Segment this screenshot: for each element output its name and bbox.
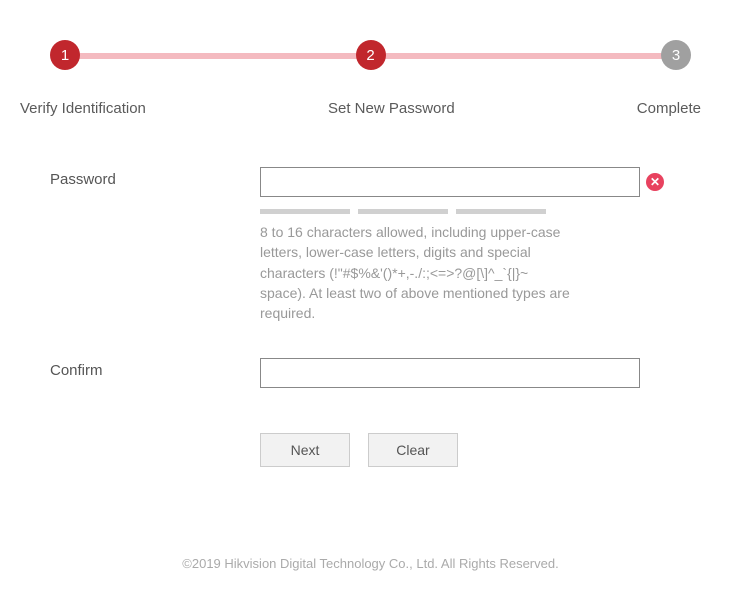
footer-copyright: ©2019 Hikvision Digital Technology Co., …	[0, 556, 741, 571]
next-button[interactable]: Next	[260, 433, 350, 467]
password-hint: 8 to 16 characters allowed, including up…	[260, 222, 570, 323]
password-label: Password	[50, 167, 260, 188]
step-1-label: Verify Identification	[20, 100, 146, 117]
clear-button[interactable]: Clear	[368, 433, 458, 467]
step-1-circle: 1	[50, 40, 80, 70]
password-form: Password ✕ 8 to 16 characters allowed, i…	[0, 117, 741, 467]
password-strength-meter	[260, 209, 691, 214]
confirm-input[interactable]	[260, 358, 640, 388]
progress-stepper: 1 2 3	[0, 0, 741, 70]
step-2-label: Set New Password	[328, 100, 455, 117]
step-3-label: Complete	[637, 100, 701, 117]
step-3-circle: 3	[661, 40, 691, 70]
error-icon: ✕	[646, 173, 664, 191]
password-input[interactable]	[260, 167, 640, 197]
step-2-circle: 2	[356, 40, 386, 70]
confirm-label: Confirm	[50, 358, 260, 379]
step-labels: Verify Identification Set New Password C…	[50, 70, 691, 117]
